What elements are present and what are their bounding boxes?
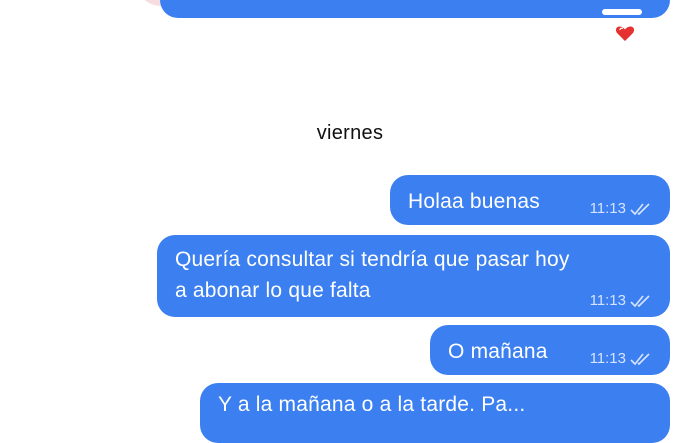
double-check-icon <box>630 352 650 365</box>
heart-reaction-icon[interactable] <box>612 20 638 46</box>
message-text-line: Quería consultar si tendría que pasar ho… <box>175 248 570 271</box>
double-check-icon <box>630 202 650 215</box>
message-bubble[interactable]: O mañana 11:13 <box>430 325 670 375</box>
previous-message-bubble[interactable] <box>160 0 670 18</box>
message-meta: 11:13 <box>590 350 652 367</box>
date-divider: viernes <box>316 122 384 144</box>
message-bubble[interactable]: Y a la mañana o a la tarde. Pa... <box>200 383 670 443</box>
message-bubble[interactable]: Holaa buenas 11:13 <box>390 175 670 225</box>
message-meta: 11:13 <box>590 292 652 309</box>
message-text: Y a la mañana o a la tarde. Pa... <box>218 393 526 416</box>
message-time: 11:13 <box>589 200 626 217</box>
message-time: 11:13 <box>589 292 626 309</box>
message-time: 11:13 <box>589 350 626 367</box>
message-meta: 11:13 <box>590 200 652 217</box>
double-check-icon <box>630 294 650 307</box>
message-bubble[interactable]: Quería consultar si tendría que pasar ho… <box>157 235 670 317</box>
